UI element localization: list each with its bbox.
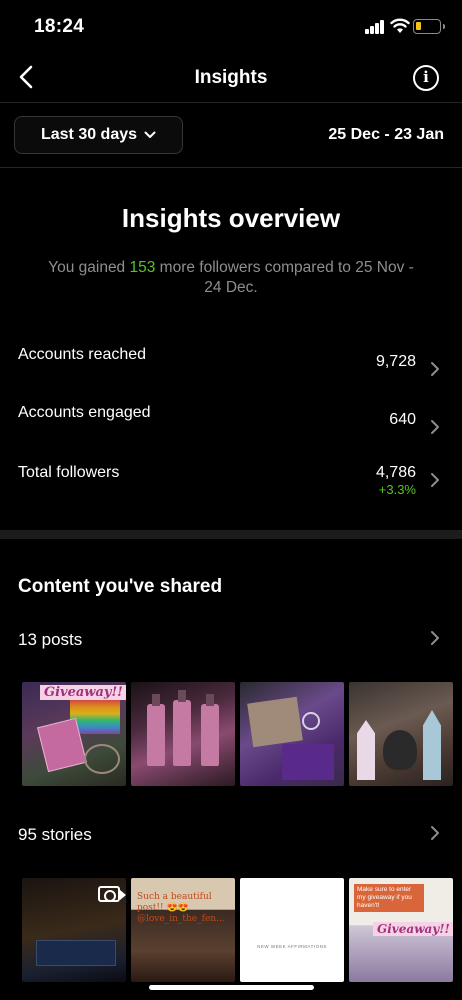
info-icon[interactable]: i — [413, 65, 439, 91]
chevron-right-icon — [431, 420, 439, 434]
metric-accounts-engaged[interactable]: Accounts engaged 640 — [0, 404, 462, 444]
section-separator — [0, 530, 462, 539]
metric-value: 4,786 — [375, 464, 416, 481]
period-label: Last 30 days — [40, 126, 138, 143]
content-section-title: Content you've shared — [18, 576, 223, 597]
overview-subtitle: You gained 153 more followers compared t… — [48, 259, 414, 296]
story-caption: NEW WEEK AFFIRMATIONS — [257, 944, 327, 949]
period-dropdown-button[interactable]: Last 30 days — [14, 116, 183, 154]
video-camera-icon — [98, 886, 126, 902]
followers-gained-value: 153 — [129, 259, 156, 276]
metric-value: 640 — [389, 411, 416, 428]
metric-label: Total followers — [18, 464, 120, 481]
wifi-icon — [390, 18, 410, 33]
posts-row-label[interactable]: 13 posts — [18, 630, 82, 650]
story-thumbnail[interactable]: NEW WEEK AFFIRMATIONS — [240, 878, 344, 982]
story-caption: Such a beautiful post!! 😍😍 @love_in_the_… — [137, 892, 225, 924]
nav-bar: Insights i — [0, 52, 462, 102]
giveaway-banner: Giveaway!! — [373, 922, 453, 936]
posts-thumbnails: Giveaway!! — [22, 682, 453, 786]
status-time: 18:24 — [34, 16, 85, 37]
chevron-right-icon[interactable] — [430, 825, 440, 841]
overview-title: Insights overview — [121, 203, 341, 233]
post-thumbnail[interactable] — [240, 682, 344, 786]
metric-label: Accounts reached — [18, 346, 147, 363]
cellular-signal-icon — [365, 20, 385, 34]
chevron-down-icon — [144, 131, 156, 138]
story-thumbnail[interactable]: Such a beautiful post!! 😍😍 @love_in_the_… — [131, 878, 235, 982]
story-thumbnail[interactable]: Make sure to enter my giveaway if you ha… — [349, 878, 453, 982]
story-thumbnail[interactable] — [22, 878, 126, 982]
page-title: Insights — [194, 67, 268, 88]
metric-total-followers[interactable]: Total followers 4,786 +3.3% — [0, 464, 462, 514]
metric-label: Accounts engaged — [18, 404, 151, 421]
chevron-right-icon — [431, 362, 439, 376]
metric-accounts-reached[interactable]: Accounts reached 9,728 — [0, 346, 462, 386]
status-bar: 18:24 — [0, 0, 462, 52]
nav-divider — [0, 102, 462, 103]
post-thumbnail[interactable] — [131, 682, 235, 786]
home-indicator — [149, 985, 314, 990]
post-thumbnail[interactable]: Giveaway!! — [22, 682, 126, 786]
chevron-right-icon[interactable] — [430, 630, 440, 646]
period-divider — [0, 167, 462, 168]
metric-change: +3.3% — [378, 482, 416, 497]
giveaway-banner: Giveaway!! — [40, 685, 126, 700]
chevron-right-icon — [431, 473, 439, 487]
stories-thumbnails: Such a beautiful post!! 😍😍 @love_in_the_… — [22, 878, 453, 982]
date-range: 25 Dec - 23 Jan — [328, 126, 444, 143]
story-caption: Make sure to enter my giveaway if you ha… — [354, 884, 424, 912]
post-thumbnail[interactable] — [349, 682, 453, 786]
stories-row-label[interactable]: 95 stories — [18, 825, 92, 845]
metric-value: 9,728 — [375, 353, 416, 370]
battery-icon — [413, 19, 445, 34]
